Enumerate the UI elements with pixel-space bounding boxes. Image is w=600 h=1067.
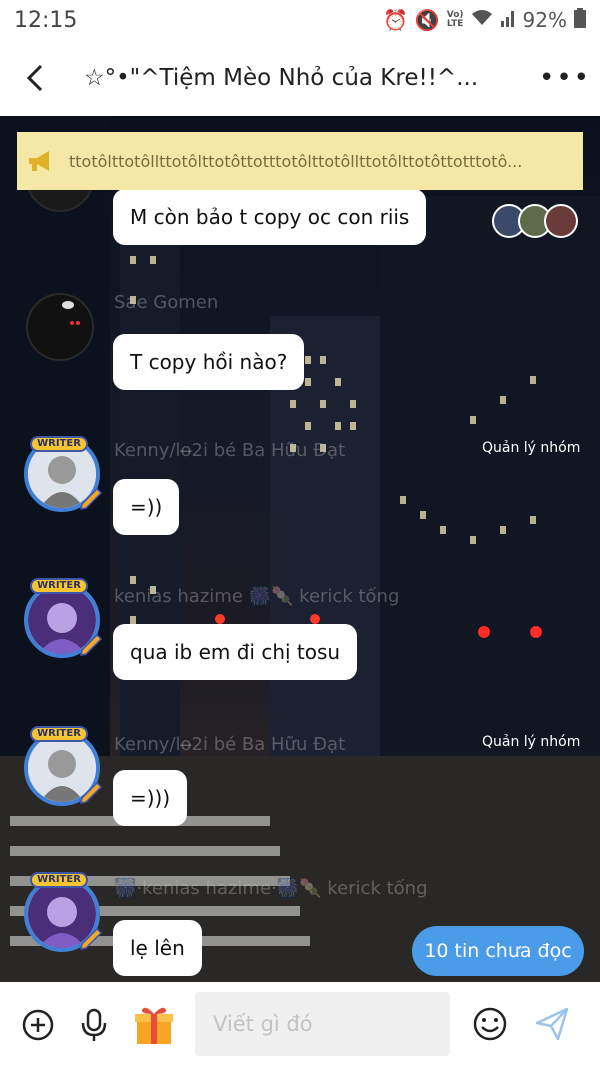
gift-button[interactable]: [132, 1003, 176, 1047]
send-icon: [535, 1007, 569, 1041]
sender-name[interactable]: kenias hazime 🎆🍡 kerick tống: [114, 586, 399, 607]
add-button[interactable]: [16, 1003, 60, 1047]
volte-indicator: Vo) LTE: [446, 10, 464, 29]
battery-percent: 92%: [522, 8, 567, 32]
send-button[interactable]: [530, 1002, 574, 1046]
chevron-left-icon: [26, 64, 43, 92]
megaphone-icon: [29, 151, 49, 171]
chat-background: [0, 116, 600, 982]
message-input[interactable]: [195, 992, 450, 1056]
gift-icon: [135, 1007, 173, 1044]
sender-name[interactable]: Kenny/lo̶2i bé Ba Hữu Đạt: [114, 440, 345, 461]
input-bar: [0, 982, 600, 1067]
status-bar: 12:15 ⏰ 🔇 Vo) LTE 92%: [0, 0, 600, 40]
pen-icon: [80, 633, 103, 656]
voice-button[interactable]: [72, 1003, 116, 1047]
more-dots-icon: •••: [538, 63, 591, 93]
pinned-announcement[interactable]: ttotôlttotôllttotôlttotôttotttotôlttotôl…: [17, 132, 583, 190]
avatar: [544, 204, 578, 238]
unread-messages-button[interactable]: 10 tin chưa đọc: [412, 926, 584, 976]
emoji-button[interactable]: [468, 1002, 512, 1046]
pen-icon: [80, 781, 103, 804]
sender-name[interactable]: Sae Gomen: [114, 292, 218, 313]
sender-name[interactable]: Kenny/lo̶2i bé Ba Hữu Đạt: [114, 734, 345, 755]
avatar[interactable]: [26, 293, 94, 361]
message-bubble[interactable]: =))): [113, 770, 188, 826]
more-options-button[interactable]: •••: [530, 40, 600, 116]
announcement-text: ttotôlttotôllttotôlttotôttotttotôlttotôl…: [69, 151, 523, 171]
pen-icon: [80, 487, 103, 510]
signal-icon: [500, 8, 516, 32]
message-bubble[interactable]: M còn bảo t copy oc con riis: [113, 189, 427, 245]
message-bubble[interactable]: qua ib em đi chị tosu: [113, 624, 358, 680]
plus-circle-icon: [22, 1009, 54, 1040]
message-bubble[interactable]: =)): [113, 479, 180, 535]
chat-header: ☆°•"^Tiệm Mèo Nhỏ của Kre!!^... •••: [0, 40, 600, 116]
mute-icon: 🔇: [414, 8, 440, 32]
wifi-icon: [471, 8, 493, 32]
writer-badge: WRITER: [30, 578, 88, 594]
message-bubble[interactable]: T copy hồi nào?: [113, 334, 305, 390]
microphone-icon: [81, 1008, 107, 1041]
back-button[interactable]: [0, 40, 70, 116]
message-bubble[interactable]: lẹ lên: [113, 920, 202, 976]
smiley-icon: [473, 1007, 507, 1041]
chat-title[interactable]: ☆°•"^Tiệm Mèo Nhỏ của Kre!!^...: [70, 65, 530, 91]
alarm-icon: ⏰: [382, 8, 408, 32]
writer-badge: WRITER: [30, 872, 88, 888]
sender-name[interactable]: 🎆·kenias hazime·🎆🍡 kerick tống: [114, 878, 428, 899]
writer-badge: WRITER: [30, 436, 88, 452]
active-members[interactable]: [492, 200, 588, 244]
pen-icon: [80, 927, 103, 950]
role-label: Quản lý nhóm: [482, 734, 581, 750]
role-label: Quản lý nhóm: [482, 440, 581, 456]
writer-badge: WRITER: [30, 726, 88, 742]
status-time: 12:15: [14, 7, 78, 33]
battery-icon: [574, 7, 586, 33]
